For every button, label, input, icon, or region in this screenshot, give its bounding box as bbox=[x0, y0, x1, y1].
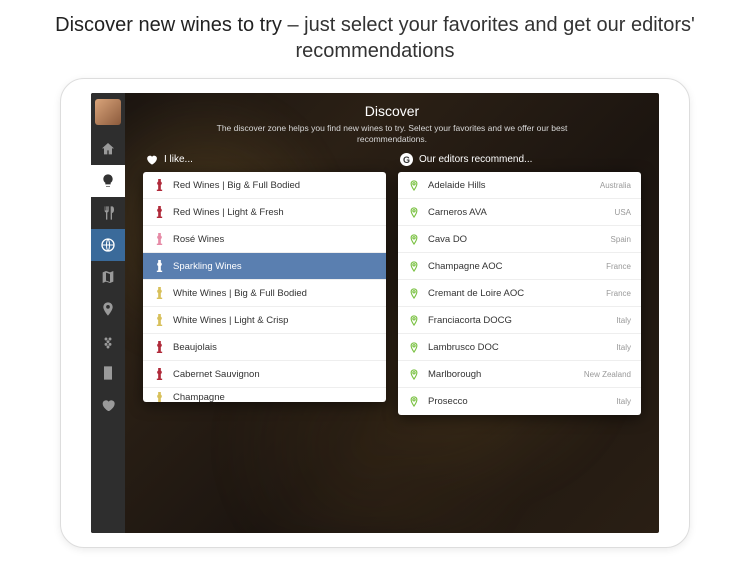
list-item[interactable]: Franciacorta DOCGItaly bbox=[398, 307, 641, 334]
page-title: Discover bbox=[143, 103, 641, 119]
nav-notes-icon[interactable] bbox=[91, 357, 125, 389]
list-item[interactable]: ProseccoItaly bbox=[398, 388, 641, 415]
sidebar-nav bbox=[91, 93, 125, 533]
list-item[interactable]: Sparkling Wines bbox=[143, 253, 386, 280]
list-item-label: Adelaide Hills bbox=[428, 180, 600, 191]
recommend-header-label: Our editors recommend... bbox=[419, 154, 532, 165]
list-item[interactable]: Beaujolais bbox=[143, 334, 386, 361]
location-pin-icon bbox=[408, 207, 420, 218]
list-item[interactable]: White Wines | Light & Crisp bbox=[143, 307, 386, 334]
list-item[interactable]: Champagne AOCFrance bbox=[398, 253, 641, 280]
wine-icon bbox=[153, 368, 165, 380]
location-pin-icon bbox=[408, 369, 420, 380]
list-item[interactable]: Champagne bbox=[143, 388, 386, 402]
wine-icon bbox=[153, 314, 165, 326]
promo-rest: – just select your favorites and get our… bbox=[282, 14, 695, 62]
list-item-label: Lambrusco DOC bbox=[428, 342, 616, 353]
list-item-label: Champagne bbox=[173, 392, 376, 402]
content-area: Discover The discover zone helps you fin… bbox=[125, 93, 659, 533]
list-item-label: White Wines | Light & Crisp bbox=[173, 315, 376, 326]
likes-header: I like... bbox=[143, 153, 386, 166]
likes-header-label: I like... bbox=[164, 154, 193, 165]
list-item[interactable]: Cremant de Loire AOCFrance bbox=[398, 280, 641, 307]
nav-food-icon[interactable] bbox=[91, 197, 125, 229]
list-item-country: France bbox=[606, 289, 631, 298]
recommend-header: G Our editors recommend... bbox=[398, 153, 641, 166]
list-item-label: Beaujolais bbox=[173, 342, 376, 353]
location-pin-icon bbox=[408, 261, 420, 272]
location-pin-icon bbox=[408, 342, 420, 353]
promo-strong: Discover new wines to try bbox=[55, 14, 282, 36]
likes-column: I like... Red Wines | Big & Full BodiedR… bbox=[143, 153, 386, 415]
tablet-frame: Discover The discover zone helps you fin… bbox=[60, 78, 690, 548]
list-item[interactable]: Carneros AVAUSA bbox=[398, 199, 641, 226]
nav-location-icon[interactable] bbox=[91, 293, 125, 325]
location-pin-icon bbox=[408, 180, 420, 191]
list-item[interactable]: MarlboroughNew Zealand bbox=[398, 361, 641, 388]
list-item-label: Prosecco bbox=[428, 396, 616, 407]
wine-icon bbox=[153, 206, 165, 218]
list-item[interactable]: Red Wines | Light & Fresh bbox=[143, 199, 386, 226]
nav-map-icon[interactable] bbox=[91, 261, 125, 293]
list-item[interactable]: White Wines | Big & Full Bodied bbox=[143, 280, 386, 307]
list-item-label: Rosé Wines bbox=[173, 234, 376, 245]
nav-home-icon[interactable] bbox=[91, 133, 125, 165]
list-item-label: Cremant de Loire AOC bbox=[428, 288, 606, 299]
promo-headline: Discover new wines to try – just select … bbox=[0, 0, 750, 72]
list-item[interactable]: Lambrusco DOCItaly bbox=[398, 334, 641, 361]
list-item-country: Italy bbox=[616, 316, 631, 325]
list-item-country: New Zealand bbox=[584, 370, 631, 379]
location-pin-icon bbox=[408, 396, 420, 407]
nav-favorites-icon[interactable] bbox=[91, 389, 125, 421]
recommend-panel: Adelaide HillsAustraliaCarneros AVAUSACa… bbox=[398, 172, 641, 415]
app-screen: Discover The discover zone helps you fin… bbox=[91, 93, 659, 533]
list-item-country: USA bbox=[615, 208, 631, 217]
list-item-label: Marlborough bbox=[428, 369, 584, 380]
wine-icon bbox=[153, 392, 165, 402]
list-item-country: Italy bbox=[616, 343, 631, 352]
wine-icon bbox=[153, 287, 165, 299]
avatar[interactable] bbox=[95, 99, 121, 125]
nav-grapes-icon[interactable] bbox=[91, 325, 125, 357]
list-item-label: Champagne AOC bbox=[428, 261, 606, 272]
list-item[interactable]: Rosé Wines bbox=[143, 226, 386, 253]
list-item-country: Spain bbox=[611, 235, 631, 244]
wine-icon bbox=[153, 179, 165, 191]
list-item-label: Cabernet Sauvignon bbox=[173, 369, 376, 380]
editor-badge-icon: G bbox=[400, 153, 413, 166]
likes-panel: Red Wines | Big & Full Bodied Red Wines |… bbox=[143, 172, 386, 402]
list-item-country: Italy bbox=[616, 397, 631, 406]
page-subtitle: The discover zone helps you find new win… bbox=[203, 123, 581, 145]
list-item-label: Red Wines | Light & Fresh bbox=[173, 207, 376, 218]
nav-globe-icon[interactable] bbox=[91, 229, 125, 261]
location-pin-icon bbox=[408, 315, 420, 326]
list-item-country: France bbox=[606, 262, 631, 271]
list-item-label: Cava DO bbox=[428, 234, 611, 245]
list-item[interactable]: Cabernet Sauvignon bbox=[143, 361, 386, 388]
wine-icon bbox=[153, 233, 165, 245]
list-item[interactable]: Cava DOSpain bbox=[398, 226, 641, 253]
heart-icon bbox=[145, 153, 158, 166]
wine-icon bbox=[153, 260, 165, 272]
wine-icon bbox=[153, 341, 165, 353]
list-item-label: Franciacorta DOCG bbox=[428, 315, 616, 326]
list-item[interactable]: Red Wines | Big & Full Bodied bbox=[143, 172, 386, 199]
nav-discover-icon[interactable] bbox=[91, 165, 125, 197]
location-pin-icon bbox=[408, 288, 420, 299]
recommend-column: G Our editors recommend... Adelaide Hill… bbox=[398, 153, 641, 415]
list-item-country: Australia bbox=[600, 181, 631, 190]
list-item-label: Sparkling Wines bbox=[173, 261, 376, 272]
list-item-label: White Wines | Big & Full Bodied bbox=[173, 288, 376, 299]
location-pin-icon bbox=[408, 234, 420, 245]
list-item-label: Red Wines | Big & Full Bodied bbox=[173, 180, 376, 191]
list-item[interactable]: Adelaide HillsAustralia bbox=[398, 172, 641, 199]
list-item-label: Carneros AVA bbox=[428, 207, 615, 218]
